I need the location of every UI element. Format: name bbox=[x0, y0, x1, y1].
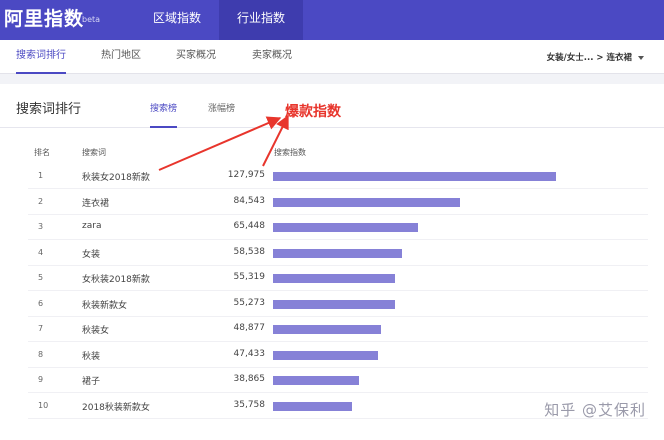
tab-search-ranking[interactable]: 搜索词排行 bbox=[16, 40, 66, 74]
row-rank: 1 bbox=[38, 171, 44, 180]
nav-industry-index[interactable]: 行业指数 bbox=[219, 0, 303, 40]
row-index-value: 48,877 bbox=[233, 323, 266, 333]
row-rank: 9 bbox=[38, 375, 44, 384]
row-index-value: 35,758 bbox=[233, 399, 266, 410]
row-keyword[interactable]: 女秋装2018新款 bbox=[82, 272, 150, 285]
tab-seller-overview[interactable]: 卖家概况 bbox=[252, 40, 292, 74]
table-row[interactable]: 4 女装 58,538 bbox=[28, 241, 648, 266]
row-keyword[interactable]: zara bbox=[82, 221, 101, 231]
annotation-label: 爆款指数 bbox=[285, 104, 341, 120]
row-keyword[interactable]: 裙子 bbox=[82, 374, 100, 387]
row-keyword[interactable]: 秋装 bbox=[82, 349, 100, 362]
panel-title: 搜索词排行 bbox=[16, 102, 82, 117]
logo[interactable]: 阿里指数 bbox=[4, 4, 84, 31]
nav-region-index[interactable]: 区域指数 bbox=[138, 0, 216, 40]
table-row[interactable]: 5 女秋装2018新款 55,319 bbox=[28, 266, 648, 291]
row-index-bar bbox=[273, 197, 460, 207]
row-index-value: 58,538 bbox=[233, 246, 266, 257]
column-index-header: 搜索指数 bbox=[274, 148, 306, 157]
table-row[interactable]: 8 秋装 47,433 bbox=[28, 343, 648, 368]
table-row[interactable]: 2 连衣裙 84,543 bbox=[28, 190, 648, 215]
row-rank: 8 bbox=[38, 349, 44, 359]
row-rank: 2 bbox=[38, 196, 44, 206]
table-row[interactable]: 1 秋装女2018新款 127,975 bbox=[28, 164, 648, 189]
row-index-value: 127,975 bbox=[227, 170, 265, 180]
row-rank: 10 bbox=[38, 400, 49, 410]
row-rank: 5 bbox=[38, 273, 44, 282]
column-keyword-header: 搜索词 bbox=[82, 148, 106, 157]
chevron-down-icon bbox=[638, 55, 644, 60]
tab-growth-list[interactable]: 涨幅榜 bbox=[208, 101, 235, 128]
row-index-bar bbox=[273, 350, 378, 360]
tab-buyer-overview[interactable]: 买家概况 bbox=[176, 40, 216, 74]
table-row[interactable]: 7 秋装女 48,877 bbox=[28, 317, 648, 342]
top-bar: 阿里指数 beta 区域指数 行业指数 bbox=[0, 0, 664, 40]
row-keyword[interactable]: 女装 bbox=[82, 247, 100, 260]
row-index-bar bbox=[273, 223, 418, 232]
row-index-value: 47,433 bbox=[233, 348, 266, 359]
row-index-value: 55,273 bbox=[233, 297, 266, 308]
row-rank: 7 bbox=[38, 324, 44, 333]
row-index-bar bbox=[273, 376, 359, 385]
tab-hot-regions[interactable]: 热门地区 bbox=[101, 40, 141, 74]
sub-nav: 搜索词排行 热门地区 买家概况 卖家概况 女装/女士... > 连衣裙 bbox=[0, 40, 664, 74]
category-selector[interactable]: 女装/女士... > 连衣裙 bbox=[547, 51, 644, 63]
row-keyword[interactable]: 2018秋装新款女 bbox=[82, 400, 150, 413]
table-row[interactable]: 3 zara 65,448 bbox=[28, 215, 648, 240]
row-index-value: 55,319 bbox=[233, 272, 266, 282]
row-index-bar bbox=[273, 325, 381, 334]
ranking-panel: 搜索词排行 搜索榜 涨幅榜 爆款指数 排名 搜索词 搜索指数 1 秋装女2018新… bbox=[0, 84, 664, 440]
row-index-value: 65,448 bbox=[233, 221, 266, 231]
row-index-bar bbox=[273, 248, 402, 258]
row-index-bar bbox=[273, 401, 352, 411]
row-index-bar bbox=[273, 299, 395, 309]
row-rank: 4 bbox=[38, 247, 44, 257]
row-keyword[interactable]: 连衣裙 bbox=[82, 196, 109, 209]
row-keyword[interactable]: 秋装女 bbox=[82, 323, 109, 336]
table-row[interactable]: 9 裙子 38,865 bbox=[28, 368, 648, 393]
row-rank: 6 bbox=[38, 298, 44, 308]
beta-badge: beta bbox=[82, 15, 101, 24]
row-keyword[interactable]: 秋装新款女 bbox=[82, 298, 127, 311]
row-index-bar bbox=[273, 172, 556, 181]
tab-search-list[interactable]: 搜索榜 bbox=[150, 101, 178, 128]
row-rank: 3 bbox=[38, 222, 44, 231]
category-breadcrumb: 女装/女士... > 连衣裙 bbox=[546, 53, 632, 63]
row-index-value: 38,865 bbox=[233, 374, 266, 384]
watermark: 知乎 @艾保利 bbox=[544, 401, 646, 419]
row-index-bar bbox=[273, 274, 395, 283]
table-row[interactable]: 6 秋装新款女 55,273 bbox=[28, 292, 648, 317]
row-keyword[interactable]: 秋装女2018新款 bbox=[82, 170, 150, 183]
row-index-value: 84,543 bbox=[233, 195, 266, 206]
column-rank-header: 排名 bbox=[34, 148, 50, 157]
